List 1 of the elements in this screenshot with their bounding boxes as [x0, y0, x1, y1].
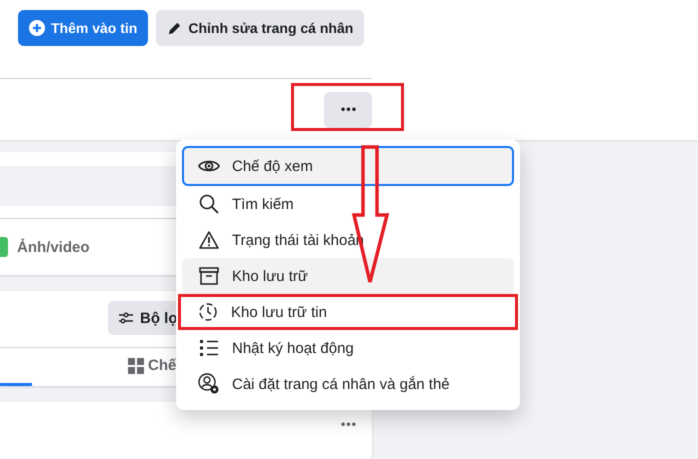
photo-video-label: Ảnh/video: [17, 238, 90, 256]
